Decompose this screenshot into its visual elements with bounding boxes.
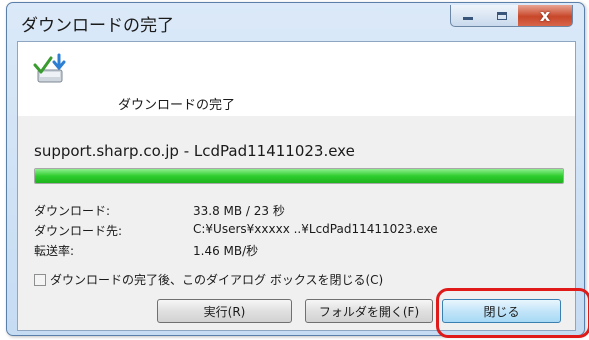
download-progress-fill xyxy=(35,169,563,183)
maximize-icon xyxy=(496,11,507,20)
dialog-heading: ダウンロードの完了 xyxy=(118,98,236,113)
run-button[interactable]: 実行(R) xyxy=(157,299,292,323)
info-value-destination: C:¥Users¥xxxxx ..¥LcdPad11411023.exe xyxy=(193,222,438,236)
info-value-rate: 1.46 MB/秒 xyxy=(193,244,259,258)
close-on-complete-label[interactable]: ダウンロードの完了後、このダイアログ ボックスを閉じる(C) xyxy=(50,271,383,288)
maximize-button[interactable] xyxy=(485,5,519,27)
close-on-complete-option[interactable]: ダウンロードの完了後、このダイアログ ボックスを閉じる(C) xyxy=(34,271,383,288)
close-button-highlight xyxy=(436,288,589,338)
download-filename: support.sharp.co.jp - LcdPad11411023.exe xyxy=(34,142,355,160)
close-icon: x xyxy=(539,5,551,25)
info-value-downloaded: 33.8 MB / 23 秒 xyxy=(193,204,285,218)
download-complete-dialog: ダウンロードの完了 x ダウンロードの完了 support.sharp.co.j… xyxy=(6,2,589,338)
minimize-button[interactable] xyxy=(450,5,486,27)
dialog-body: ダウンロードの完了 support.sharp.co.jp - LcdPad11… xyxy=(17,41,589,338)
info-label-rate: 転送率: xyxy=(34,244,75,258)
info-label-destination: ダウンロード先: xyxy=(34,224,123,238)
dialog-header: ダウンロードの完了 xyxy=(18,42,575,116)
download-progress-bar xyxy=(34,168,564,184)
close-window-button[interactable]: x xyxy=(518,5,573,27)
window-title: ダウンロードの完了 xyxy=(21,16,174,36)
title-bar[interactable]: ダウンロードの完了 x xyxy=(7,3,584,39)
minimize-icon xyxy=(463,17,473,20)
info-label-downloaded: ダウンロード: xyxy=(34,204,111,218)
download-complete-icon xyxy=(33,53,66,83)
open-folder-button[interactable]: フォルダを開く(F) xyxy=(305,299,433,323)
close-on-complete-checkbox[interactable] xyxy=(34,273,46,286)
